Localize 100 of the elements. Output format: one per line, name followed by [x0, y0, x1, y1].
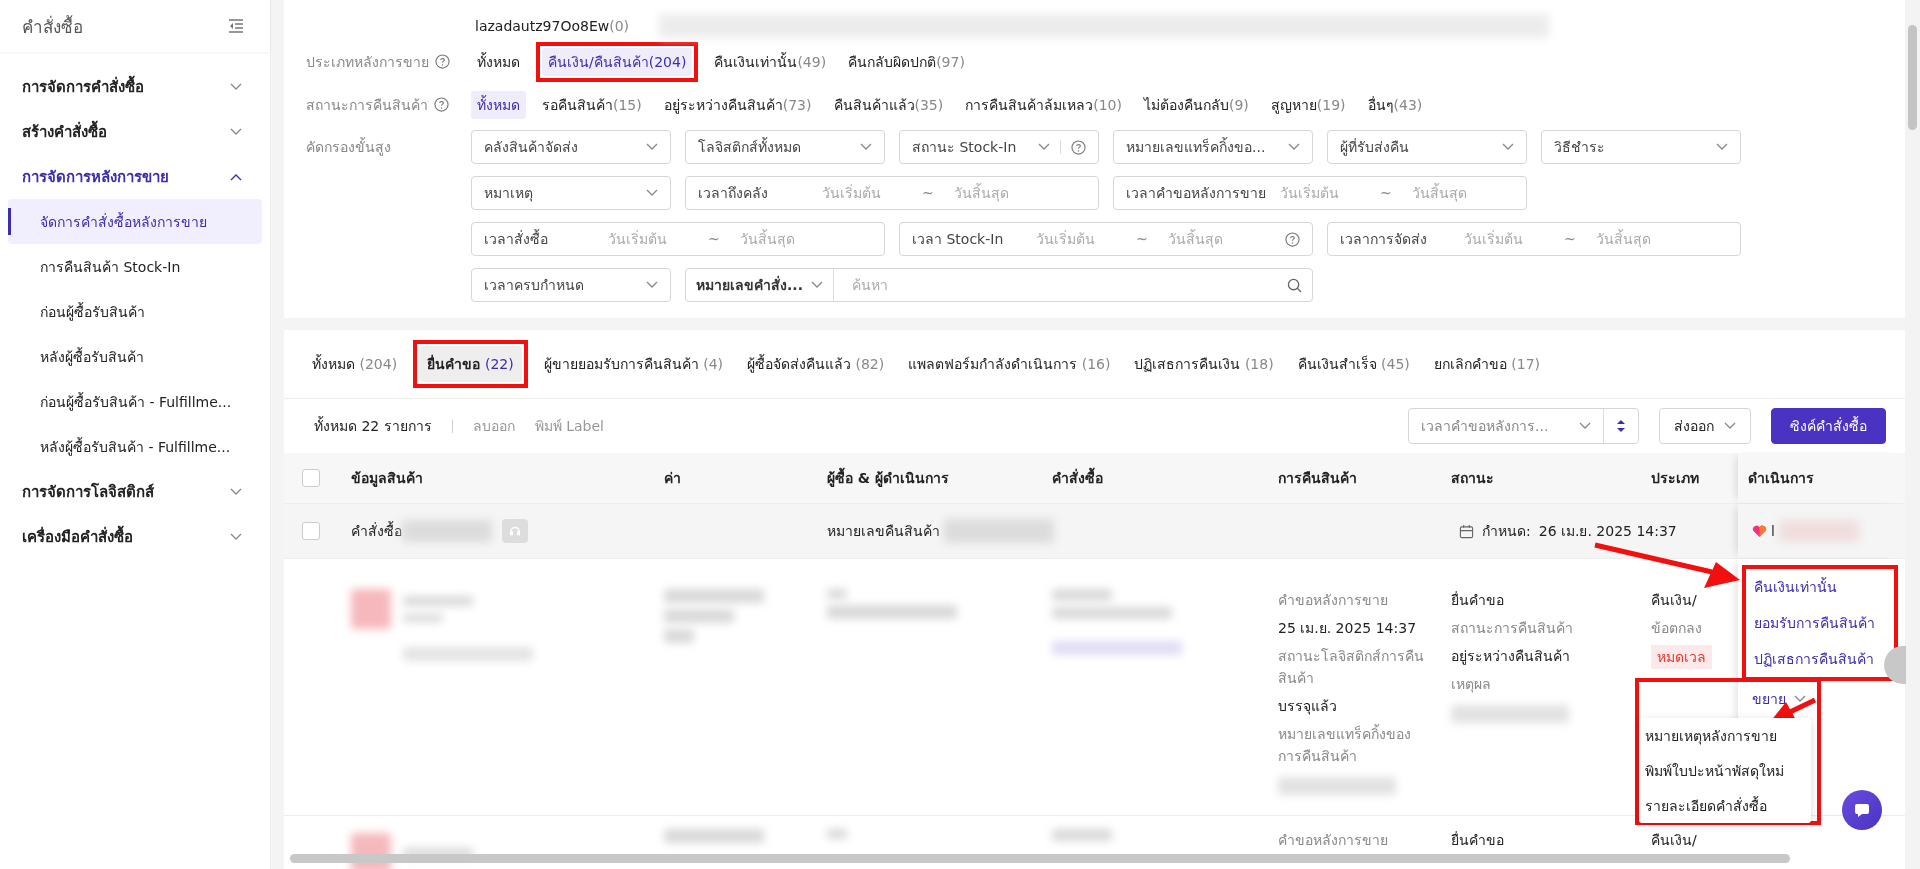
filter-chip[interactable]: คืนสินค้าแล้ว(35): [827, 90, 950, 119]
tab[interactable]: ผู้ซื้อจัดส่งคืนแล้ว (82): [739, 346, 893, 382]
sync-button[interactable]: ซิงค์คำสั่งซื้อ: [1771, 408, 1886, 444]
scrollbar-thumb[interactable]: [290, 854, 1790, 863]
field-value: ยื่นคำขอ: [1451, 832, 1504, 848]
chevron-icon: [1579, 422, 1591, 430]
filter-chip[interactable]: คืนเงิน/คืนสินค้า(204): [542, 47, 693, 76]
export-button[interactable]: ส่งออก: [1659, 408, 1751, 444]
help-icon[interactable]: [1285, 231, 1300, 247]
date-range-field[interactable]: เวลาถึงคลัง วันเริ่มต้น ~ วันสิ้นสุด: [685, 176, 1099, 210]
chevron-icon: [1724, 422, 1736, 430]
chevron-icon: [230, 127, 242, 136]
shop-name: l: [1771, 523, 1775, 539]
filter-select[interactable]: หมาเหตุ: [471, 176, 671, 210]
sidebar-item[interactable]: จัดการคำสั่งซื้อหลังการขาย: [8, 199, 262, 244]
return-number-label: หมายเลขคืนสินค้า: [827, 522, 940, 541]
date-range-field[interactable]: เวลาคำขอหลังการขาย วันเริ่มต้น ~ วันสิ้นสุด: [1113, 176, 1527, 210]
column-header: ประเภท: [1651, 469, 1699, 488]
expand-link[interactable]: ขยาย: [1752, 686, 1817, 712]
filter-select[interactable]: วิธีชำระ: [1541, 130, 1741, 164]
chevron-icon: [860, 143, 872, 151]
action-link[interactable]: ยอมรับการคืนสินค้า: [1746, 605, 1875, 641]
sidebar-item[interactable]: หลังผู้ซื้อรับสินค้า: [8, 334, 262, 379]
filter-chip[interactable]: ทั้งหมด: [471, 47, 526, 76]
help-icon[interactable]: [1071, 139, 1086, 155]
field-value: คืนเงิน/: [1651, 591, 1698, 610]
field-value: อยู่ระหว่างคืนสินค้า: [1451, 647, 1571, 667]
tab[interactable]: ยกเลิกคำขอ (17): [1425, 346, 1549, 382]
sidebar-item[interactable]: การคืนสินค้า Stock-In: [8, 244, 262, 289]
chevron-icon: [1716, 143, 1728, 151]
sidebar-item[interactable]: ก่อนผู้ซื้อรับสินค้า - Fulfillme...: [8, 379, 262, 424]
filter-chip[interactable]: ทั้งหมด: [471, 90, 526, 119]
sidebar-group[interactable]: เครื่องมือคำสั่งซื้อ: [0, 514, 270, 559]
field-label: สถานะการคืนสินค้า: [1451, 619, 1574, 638]
filter-chip[interactable]: รอคืนสินค้า(15): [536, 90, 648, 119]
action-link[interactable]: ปฏิเสธการคืนสินค้า: [1746, 641, 1874, 677]
status-tag: หมดเวล: [1651, 645, 1712, 669]
chevron-icon: [810, 281, 823, 289]
action-link[interactable]: คืนเงินเท่านั้น: [1746, 569, 1837, 605]
chevron-icon: [230, 82, 242, 91]
sidebar-group[interactable]: การจัดการหลังการขาย: [0, 154, 270, 199]
help-icon[interactable]: [435, 54, 450, 69]
column-header: ข้อมูลสินค้า: [351, 469, 423, 489]
date-range-field[interactable]: เวลาสั่งซื้อ วันเริ่มต้น ~ วันสิ้นสุด: [471, 222, 885, 256]
chevron-icon: [230, 487, 242, 496]
search-field[interactable]: หมายเลขคำสั่ง... ค้นหา: [685, 268, 1313, 302]
filter-chip[interactable]: คืนกลับผิดปกติ(97): [842, 47, 971, 76]
filter-chip[interactable]: ไม่ต้องคืนกลับ(9): [1138, 90, 1255, 119]
filter-label: สถานะการคืนสินค้า: [306, 95, 428, 115]
sidebar-group[interactable]: สร้างคำสั่งซื้อ: [0, 109, 270, 154]
tab[interactable]: ผู้ขายยอมรับการคืนสินค้า (4): [535, 346, 732, 382]
column-header: ดำเนินการ: [1748, 469, 1814, 488]
tab[interactable]: ปฏิเสธการคืนเงิน (18): [1126, 346, 1282, 382]
field-label: ข้อตกลง: [1651, 619, 1703, 638]
collapse-menu-icon[interactable]: [228, 19, 244, 33]
menu-item[interactable]: พิมพ์ใบปะหน้าพัสดุใหม่: [1639, 753, 1811, 788]
blurred-area: [351, 589, 391, 629]
tab[interactable]: แพลตฟอร์มกำลังดำเนินการ (16): [900, 346, 1119, 382]
filter-select[interactable]: หมายเลขแทร็คกิ้งขอ...: [1113, 130, 1313, 164]
filter-select[interactable]: สถานะ Stock-In: [899, 130, 1099, 164]
filter-select[interactable]: ผู้ที่รับส่งคืน: [1327, 130, 1527, 164]
menu-item[interactable]: รายละเอียดคำสั่งซื้อ: [1639, 788, 1811, 823]
menu-item[interactable]: หมายเหตุหลังการขาย: [1639, 718, 1811, 753]
sidebar-group[interactable]: การจัดการโลจิสติกส์: [0, 469, 270, 514]
filter-chip[interactable]: คืนเงินเท่านั้น(49): [708, 47, 833, 76]
filter-chip[interactable]: อื่นๆ(43): [1361, 90, 1429, 119]
filter-chip[interactable]: การคืนสินค้าล้มเหลว(10): [959, 90, 1128, 119]
scrollbar-thumb[interactable]: [1908, 25, 1917, 130]
filter-select[interactable]: โลจิสติกส์ทั้งหมด: [685, 130, 885, 164]
blurred-area: [403, 596, 473, 606]
filter-select[interactable]: เวลาครบกำหนด: [471, 268, 671, 302]
filter-label: ประเภทหลังการขาย: [306, 52, 429, 72]
field-label: คำขอหลังการขาย: [1278, 832, 1388, 848]
blurred-area: [1052, 589, 1112, 601]
blurred-area: [827, 589, 847, 599]
field-label: คำขอหลังการขาย: [1278, 591, 1389, 610]
filter-chip[interactable]: อยู่ระหว่างคืนสินค้า(73): [657, 90, 818, 119]
sidebar-item[interactable]: หลังผู้ซื้อรับสินค้า - Fulfillme...: [8, 424, 262, 469]
blurred-area: [664, 609, 734, 623]
scrollbar[interactable]: [1905, 0, 1920, 869]
sidebar-item[interactable]: ก่อนผู้ซื้อรับสินค้า: [8, 289, 262, 334]
field-value: 25 เม.ย. 2025 14:37: [1278, 619, 1418, 638]
field-value: ยื่นคำขอ: [1451, 590, 1505, 610]
column-header: สถานะ: [1451, 469, 1494, 488]
tab[interactable]: ทั้งหมด (204): [304, 346, 406, 382]
date-range-field[interactable]: เวลา Stock-In วันเริ่มต้น ~ วันสิ้นสุด: [899, 222, 1313, 256]
field-value: บรรจุแล้ว: [1278, 697, 1338, 717]
field-label: เหตุผล: [1451, 675, 1492, 695]
filter-select[interactable]: คลังสินค้าจัดส่ง: [471, 130, 671, 164]
sidebar-group[interactable]: การจัดการคำสั่งซื้อ: [0, 64, 270, 109]
checkbox[interactable]: [302, 469, 320, 487]
help-icon[interactable]: [434, 97, 449, 112]
tab[interactable]: คืนเงินสำเร็จ (45): [1289, 346, 1418, 382]
filter-chip[interactable]: สูญหาย(19): [1264, 90, 1352, 119]
date-range-field[interactable]: เวลาการจัดส่ง วันเริ่มต้น ~ วันสิ้นสุด: [1327, 222, 1741, 256]
sort-order-icon[interactable]: [1616, 419, 1626, 433]
blurred-area: [664, 629, 694, 643]
checkbox[interactable]: [302, 522, 320, 540]
tab[interactable]: ยื่นคำขอ (22): [419, 346, 522, 382]
account-chip[interactable]: lazadautz97Oo8Ew(0): [475, 18, 630, 34]
